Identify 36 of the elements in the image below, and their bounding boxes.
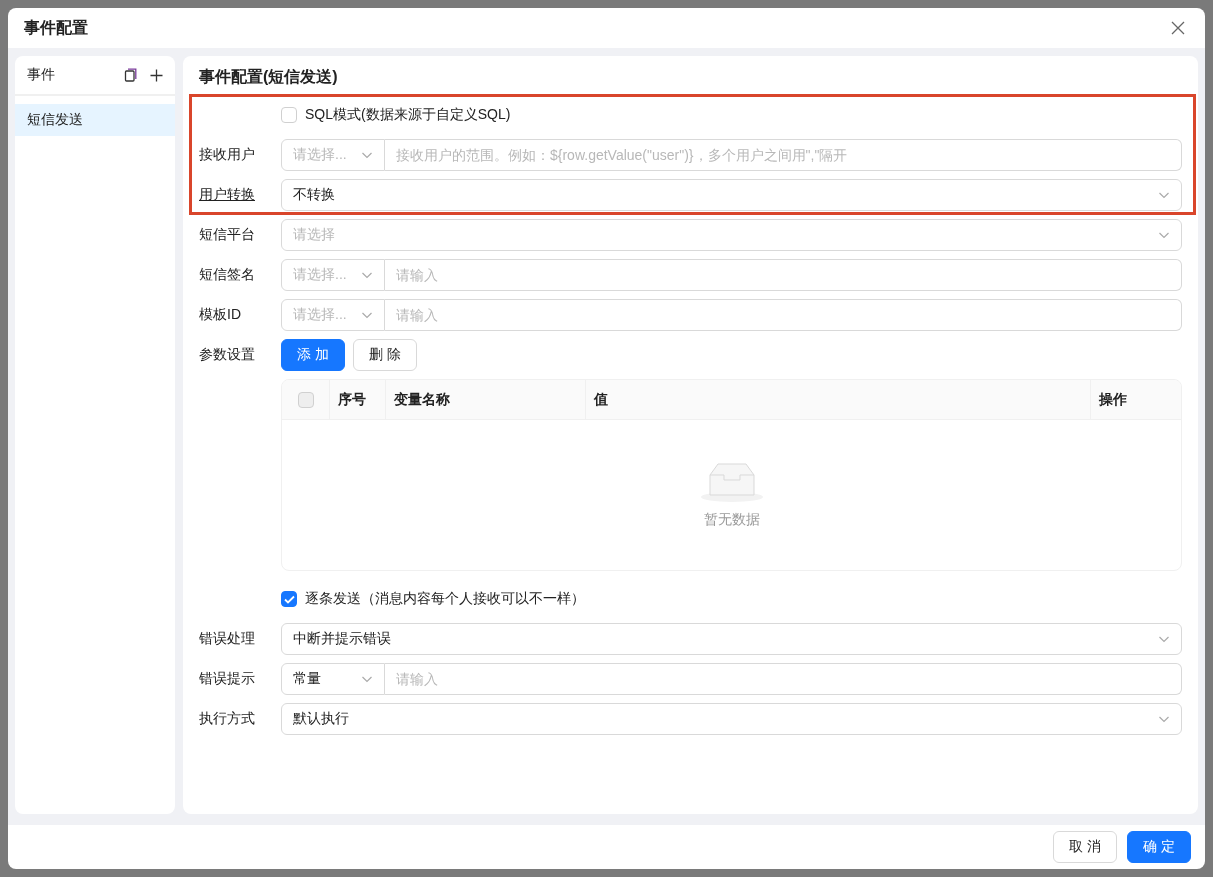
input-field[interactable]: 请输入 — [385, 663, 1182, 695]
field-label: 错误处理 — [199, 630, 256, 648]
column-header: 序号 — [338, 390, 366, 409]
field-label: 模板ID — [199, 306, 242, 324]
dialog-title: 事件配置 — [24, 17, 88, 38]
add-icon[interactable] — [150, 68, 163, 82]
field-label: 执行方式 — [199, 710, 256, 728]
cancel-button[interactable]: 取 消 — [1053, 831, 1118, 863]
column-header: 变量名称 — [394, 390, 450, 409]
field-label: 短信平台 — [199, 226, 256, 244]
confirm-button[interactable]: 确 定 — [1127, 831, 1191, 863]
copy-icon[interactable] — [124, 68, 138, 82]
input-field[interactable]: 请输入 — [385, 299, 1182, 331]
add-button[interactable]: 添 加 — [281, 339, 345, 371]
field-label[interactable]: 用户转换 — [199, 186, 281, 204]
select-field[interactable]: 不转换 — [281, 179, 1182, 211]
panel-title: 事件配置(短信发送) — [199, 67, 339, 87]
column-header: 值 — [594, 390, 608, 409]
field-label: 错误提示 — [199, 670, 256, 688]
select-field[interactable]: 常量 — [281, 663, 385, 695]
field-label: 接收用户 — [199, 146, 256, 164]
checkbox[interactable] — [281, 591, 297, 607]
checkbox-label: 逐条发送（消息内容每个人接收可以不一样） — [305, 590, 585, 608]
field-label: 参数设置 — [199, 346, 256, 364]
input-field[interactable]: 接收用户的范围。例如：${row.getValue("user")}，多个用户之间用","隔开 — [385, 139, 1182, 171]
field-label: 短信签名 — [199, 266, 256, 284]
select-field[interactable]: 中断并提示错误 — [281, 623, 1182, 655]
empty-text: 暂无数据 — [703, 511, 760, 529]
sidebar-item[interactable]: 短信发送 — [15, 104, 175, 136]
checkbox-label: SQL模式(数据来源于自定义SQL) — [305, 106, 511, 124]
empty-inbox-icon — [699, 461, 764, 503]
sidebar-title: 事件 — [27, 66, 56, 84]
column-header: 操作 — [1099, 390, 1127, 409]
delete-button[interactable]: 删 除 — [352, 339, 417, 371]
input-field[interactable]: 请输入 — [385, 259, 1182, 291]
select-field[interactable]: 默认执行 — [281, 703, 1182, 735]
